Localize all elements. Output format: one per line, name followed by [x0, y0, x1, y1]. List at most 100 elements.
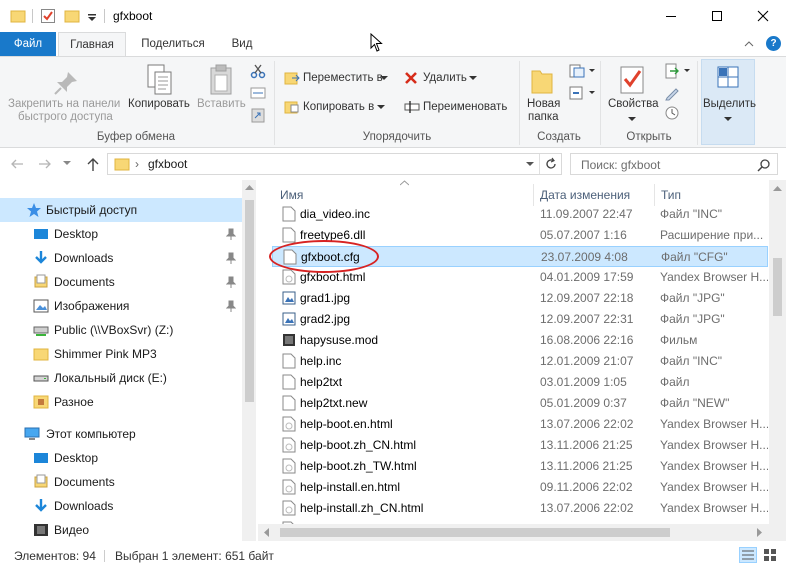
table-row[interactable]: grad1.jpg 12.09.2007 22:18 Файл "JPG" [272, 288, 768, 309]
properties-button[interactable]: Свойства [608, 98, 659, 110]
column-header-type[interactable]: Тип [661, 188, 681, 202]
tab-view[interactable]: Вид [220, 32, 264, 56]
table-row[interactable]: dia_video.inc 11.09.2007 22:47 Файл "INC" [272, 204, 768, 225]
column-header-date[interactable]: Дата изменения [540, 188, 630, 202]
new-item-icon[interactable] [568, 63, 586, 79]
table-row[interactable]: help-boot.zh_TW.html 13.11.2006 21:25 Yand… [272, 456, 768, 477]
horizontal-scroll-thumb[interactable] [280, 528, 670, 537]
file-date: 04.01.2009 17:59 [540, 270, 634, 284]
html-file-icon [282, 479, 296, 495]
ribbon: Закрепить на панели быстрого доступа Коп… [0, 56, 786, 148]
table-row[interactable]: help-install.zh_CN.html 13.07.2006 22:02 Y… [272, 498, 768, 519]
pin-quick-access-label-1[interactable]: Закрепить на панели [8, 98, 120, 110]
pin-quick-access-label-2[interactable]: быстрого доступа [18, 111, 113, 123]
nav-item-network-drive[interactable]: Public (\\VBoxSvr) (Z:) [0, 318, 242, 342]
table-row[interactable]: help2txt.new 05.01.2009 0:37 Файл "NEW" [272, 393, 768, 414]
back-arrow-icon[interactable] [10, 158, 24, 170]
file-date: 12.09.2007 22:31 [540, 312, 634, 326]
nav-quick-access[interactable]: Быстрый доступ [0, 198, 242, 222]
cut-icon[interactable] [250, 63, 266, 79]
table-row[interactable]: grad2.jpg 12.09.2007 22:31 Файл "JPG" [272, 309, 768, 330]
new-folder-label-1[interactable]: Новая [527, 98, 560, 110]
history-icon[interactable] [664, 105, 680, 121]
nav-label: Быстрый доступ [46, 203, 138, 217]
file-type: Файл "INC" [660, 207, 723, 221]
nav-item-desktop[interactable]: Desktop [0, 222, 242, 246]
table-row[interactable]: help.inc 12.01.2009 21:07 Файл "INC" [272, 351, 768, 372]
nav-item-downloads[interactable]: Downloads [0, 246, 242, 270]
address-bar[interactable]: › gfxboot [107, 153, 562, 175]
tab-home[interactable]: Главная [58, 32, 126, 57]
minimize-button[interactable] [648, 0, 694, 32]
chevron-down-icon [589, 69, 595, 72]
delete-button[interactable]: Удалить [423, 72, 467, 84]
tab-share[interactable]: Поделиться [130, 32, 216, 56]
edit-icon[interactable] [664, 85, 680, 101]
copy-to-button[interactable]: Копировать в [303, 101, 374, 113]
file-date: 12.09.2007 22:18 [540, 291, 634, 305]
navigation-pane: Быстрый доступ Desktop Downloads Documen… [0, 180, 256, 541]
up-arrow-icon[interactable] [86, 156, 100, 172]
list-scrollbar[interactable] [769, 180, 786, 541]
nav-scroll-thumb[interactable] [245, 200, 254, 402]
collapse-ribbon-icon[interactable] [743, 39, 755, 49]
paste-shortcut-icon[interactable] [250, 107, 266, 123]
copy-button[interactable]: Копировать [128, 98, 190, 110]
search-input[interactable]: Поиск: gfxboot [570, 153, 778, 175]
nav-pc-documents[interactable]: Documents [0, 470, 242, 494]
html-file-icon [282, 416, 296, 432]
nav-label: Видео [54, 523, 90, 537]
nav-this-pc[interactable]: Этот компьютер [0, 422, 242, 446]
customize-qa-arrow-icon[interactable] [84, 8, 100, 24]
scroll-right-icon[interactable] [757, 528, 763, 537]
breadcrumb[interactable]: gfxboot [148, 157, 187, 171]
new-folder-label-2[interactable]: папка [528, 111, 559, 123]
address-history-chevron-icon[interactable] [526, 162, 534, 167]
nav-pc-videos[interactable]: Видео [0, 518, 242, 541]
nav-item-local-disk[interactable]: Локальный диск (E:) [0, 366, 242, 390]
rename-button[interactable]: Переименовать [423, 101, 507, 113]
table-row[interactable]: help-boot.zh_CN.html 13.11.2006 21:25 Yand… [272, 435, 768, 456]
nav-pc-desktop[interactable]: Desktop [0, 446, 242, 470]
scroll-left-icon[interactable] [264, 528, 270, 537]
large-icons-view-icon[interactable] [762, 547, 778, 563]
move-to-button[interactable]: Переместить в [303, 72, 383, 84]
close-button[interactable] [740, 0, 786, 32]
maximize-icon [712, 11, 722, 21]
table-row[interactable]: help-boot.en.html 13.07.2006 22:02 Yandex … [272, 414, 768, 435]
table-row[interactable]: help2txt 03.01.2009 1:05 Файл [272, 372, 768, 393]
maximize-button[interactable] [694, 0, 740, 32]
refresh-icon[interactable] [544, 157, 558, 171]
copy-path-icon[interactable] [250, 86, 266, 100]
table-row[interactable]: hapysuse.mod 16.08.2006 22:16 Фильм [272, 330, 768, 351]
new-folder-qa-icon[interactable] [64, 8, 80, 24]
scroll-up-icon[interactable] [773, 186, 782, 192]
details-view-icon[interactable] [739, 547, 757, 563]
help-button[interactable]: ? [766, 36, 781, 51]
search-icon[interactable] [757, 158, 771, 172]
open-icon[interactable] [664, 63, 680, 79]
paste-button[interactable]: Вставить [197, 98, 246, 110]
list-scroll-thumb[interactable] [773, 258, 782, 316]
nav-scrollbar[interactable] [242, 180, 256, 541]
file-date: 05.07.2007 1:16 [540, 228, 627, 242]
nav-item-pictures[interactable]: Изображения [0, 294, 242, 318]
file-date: 05.01.2009 0:37 [540, 396, 627, 410]
nav-item-documents[interactable]: Documents [0, 270, 242, 294]
horizontal-scrollbar[interactable] [258, 524, 769, 541]
nav-item-shimmer[interactable]: Shimmer Pink MP3 [0, 342, 242, 366]
easy-access-icon[interactable] [568, 85, 586, 101]
nav-pc-downloads[interactable]: Downloads [0, 494, 242, 518]
recent-locations-chevron-icon[interactable] [63, 161, 71, 166]
nav-item-misc[interactable]: Разное [0, 390, 242, 414]
properties-check-icon[interactable] [40, 8, 56, 24]
file-icon [282, 395, 296, 411]
column-header-name[interactable]: Имя [280, 188, 303, 202]
select-button[interactable]: Выделить [703, 98, 756, 110]
tab-file[interactable]: Файл [0, 32, 56, 56]
scroll-up-icon[interactable] [245, 185, 254, 191]
paste-icon [210, 64, 232, 95]
file-date: 13.11.2006 21:25 [540, 459, 633, 473]
forward-arrow-icon[interactable] [38, 158, 52, 170]
table-row[interactable]: help-install.en.html 09.11.2006 22:02 Yand… [272, 477, 768, 498]
